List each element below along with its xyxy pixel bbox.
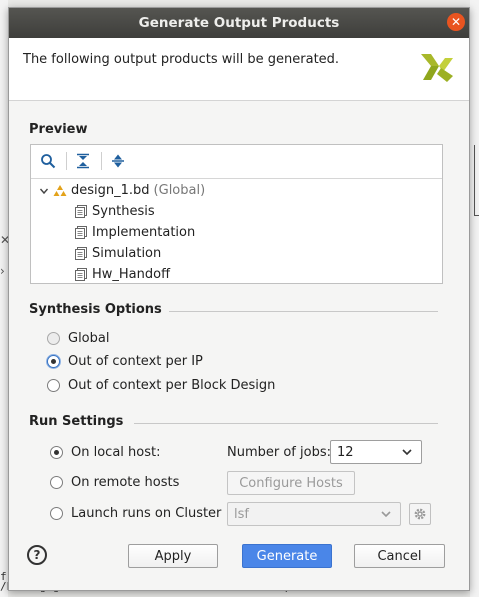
tree-root-scope: (Global)	[153, 183, 206, 198]
toolbar-separator	[101, 152, 102, 170]
jobs-value: 12	[337, 444, 354, 460]
radio-button[interactable]	[47, 379, 60, 392]
tree-item-synthesis[interactable]: Synthesis	[75, 204, 155, 219]
radio-button[interactable]	[47, 355, 60, 368]
run-option-remote-hosts[interactable]: On remote hosts	[50, 475, 179, 490]
option-label: Launch runs on Cluster	[71, 506, 222, 521]
option-label: On remote hosts	[71, 475, 180, 490]
document-icon	[75, 226, 87, 239]
section-divider	[169, 311, 438, 312]
radio-button[interactable]	[50, 446, 63, 459]
tree-item-implementation[interactable]: Implementation	[75, 225, 195, 240]
tree-root-label: design_1.bd	[71, 183, 150, 198]
generate-output-products-dialog: Generate Output Products ✕ The following…	[8, 7, 470, 591]
configure-hosts-button[interactable]: Configure Hosts	[227, 471, 355, 495]
background-diagram-fragment	[474, 145, 479, 216]
toolbar-separator	[66, 152, 67, 170]
gear-icon	[414, 508, 426, 520]
close-button[interactable]: ✕	[447, 13, 465, 31]
jobs-label: Number of jobs:	[227, 445, 331, 460]
cluster-value: lsf	[234, 506, 249, 522]
help-button[interactable]: ?	[27, 545, 47, 565]
generate-button[interactable]: Generate	[242, 544, 332, 568]
option-label: Out of context per IP	[68, 354, 203, 369]
tree-item-label: Synthesis	[92, 204, 155, 219]
vivado-logo-icon	[421, 54, 453, 82]
synthesis-options-title: Synthesis Options	[29, 302, 162, 317]
option-label: Out of context per Block Design	[68, 378, 276, 393]
section-divider	[134, 423, 438, 424]
option-label: Global	[68, 331, 110, 346]
tree-item-simulation[interactable]: Simulation	[75, 246, 161, 261]
cancel-button[interactable]: Cancel	[354, 544, 445, 568]
cluster-select[interactable]: lsf	[227, 502, 401, 526]
collapse-all-icon[interactable]	[75, 153, 91, 169]
apply-button[interactable]: Apply	[128, 544, 218, 568]
dialog-header: The following output products will be ge…	[9, 38, 469, 101]
dialog-description: The following output products will be ge…	[23, 52, 340, 67]
tree-item-hw-handoff[interactable]: Hw_Handoff	[75, 267, 170, 282]
preview-toolbar	[31, 145, 442, 179]
tree-item-label: Hw_Handoff	[92, 267, 171, 282]
tree-item-label: Simulation	[92, 246, 162, 261]
synthesis-option-ooc-per-ip[interactable]: Out of context per IP	[47, 354, 203, 369]
radio-button[interactable]	[47, 332, 60, 345]
preview-section-title: Preview	[29, 122, 88, 137]
radio-button[interactable]	[50, 476, 63, 489]
chevron-down-icon[interactable]	[39, 186, 49, 196]
radio-button[interactable]	[50, 507, 63, 520]
run-settings-title: Run Settings	[29, 414, 124, 429]
tree-item-label: Implementation	[92, 225, 196, 240]
run-option-local-host[interactable]: On local host:	[50, 445, 160, 460]
jobs-select[interactable]: 12	[330, 440, 422, 464]
background-right-panel	[470, 0, 479, 597]
run-option-cluster[interactable]: Launch runs on Cluster	[50, 506, 221, 521]
tree-root-design[interactable]: design_1.bd (Global)	[39, 183, 205, 198]
dialog-title: Generate Output Products	[138, 15, 340, 31]
expand-all-icon[interactable]	[110, 153, 126, 169]
background-chevron-icon: ›	[0, 264, 5, 278]
chevron-down-icon	[402, 449, 412, 456]
document-icon	[75, 268, 87, 281]
document-icon	[75, 205, 87, 218]
synthesis-option-ooc-per-block-design[interactable]: Out of context per Block Design	[47, 378, 275, 393]
close-icon: ✕	[450, 15, 462, 29]
chevron-down-icon	[381, 511, 391, 518]
document-icon	[75, 247, 87, 260]
block-design-icon	[53, 184, 67, 196]
dialog-title-bar[interactable]: Generate Output Products ✕	[9, 8, 469, 38]
synthesis-option-global[interactable]: Global	[47, 331, 109, 346]
preview-tree-panel: design_1.bd (Global) Synthesis Implement…	[30, 144, 443, 284]
search-icon[interactable]	[40, 153, 56, 169]
cluster-settings-button[interactable]	[409, 503, 431, 525]
option-label: On local host:	[71, 445, 161, 460]
background-left-panel	[0, 0, 8, 597]
